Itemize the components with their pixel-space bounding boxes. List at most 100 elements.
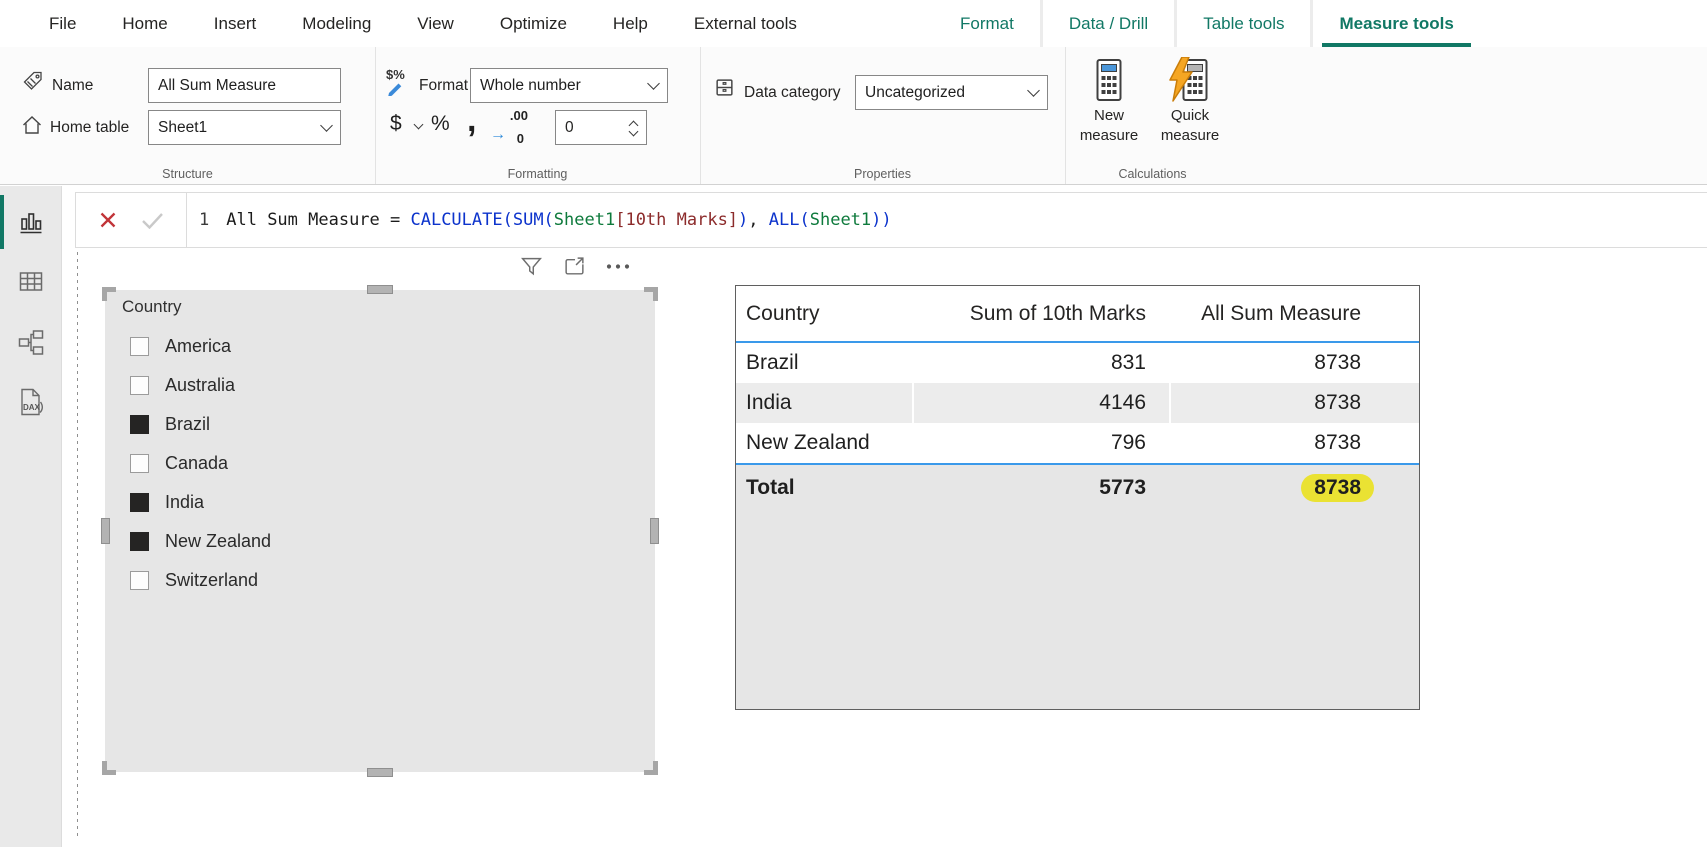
- menu-help[interactable]: Help: [590, 0, 671, 47]
- thousands-separator-button[interactable]: ,: [467, 101, 476, 140]
- canvas-alignment-guide: [77, 252, 78, 840]
- home-table-value: Sheet1: [158, 119, 207, 137]
- resize-handle[interactable]: [644, 287, 658, 301]
- commit-formula-button[interactable]: [141, 212, 164, 229]
- decimal-places-spinner[interactable]: 0: [555, 110, 647, 145]
- focus-mode-icon[interactable]: [563, 255, 586, 278]
- menu-modeling[interactable]: Modeling: [279, 0, 394, 47]
- tab-measure-tools[interactable]: Measure tools: [1313, 0, 1479, 47]
- decimal-places-value: 0: [565, 119, 574, 137]
- percent-format-button[interactable]: %: [431, 112, 450, 136]
- format-label: Format: [419, 77, 468, 95]
- checkbox[interactable]: [130, 454, 149, 473]
- table-view-icon: [16, 267, 46, 297]
- menu-insert[interactable]: Insert: [191, 0, 280, 47]
- slicer-item-switzerland[interactable]: Switzerland: [105, 561, 655, 600]
- checkbox[interactable]: [130, 532, 149, 551]
- cell-country: New Zealand: [736, 423, 912, 463]
- checkbox[interactable]: [130, 337, 149, 356]
- tab-table-tools[interactable]: Table tools: [1177, 0, 1310, 47]
- slicer-item-label: India: [165, 492, 204, 513]
- slicer-item-brazil[interactable]: Brazil: [105, 405, 655, 444]
- slicer-title: Country: [122, 297, 182, 317]
- menu-file[interactable]: File: [26, 0, 99, 47]
- view-rail: DAX: [0, 186, 62, 847]
- tab-data-drill[interactable]: Data / Drill: [1043, 0, 1174, 47]
- resize-handle[interactable]: [102, 761, 116, 775]
- slicer-item-australia[interactable]: Australia: [105, 366, 655, 405]
- resize-handle[interactable]: [367, 768, 393, 777]
- menu-external-tools[interactable]: External tools: [671, 0, 820, 47]
- menu-home[interactable]: Home: [99, 0, 190, 47]
- slicer-item-india[interactable]: India: [105, 483, 655, 522]
- formula-line-number: 1: [199, 210, 209, 230]
- column-header-all-sum-measure[interactable]: All Sum Measure: [1171, 286, 1419, 341]
- model-view-icon: [16, 327, 46, 357]
- currency-format-button[interactable]: $: [390, 112, 402, 136]
- dax-token: Sheet1: [554, 210, 615, 230]
- formula-actions: [76, 193, 187, 247]
- total-all-sum-measure: 8738: [1171, 465, 1419, 511]
- more-options-icon[interactable]: [606, 255, 630, 278]
- currency-chevron-icon[interactable]: [414, 120, 424, 130]
- slicer-item-canada[interactable]: Canada: [105, 444, 655, 483]
- resize-handle[interactable]: [650, 518, 659, 544]
- resize-handle[interactable]: [102, 287, 116, 301]
- resize-handle[interactable]: [644, 761, 658, 775]
- powerbi-window: File Home Insert Modeling View Optimize …: [0, 0, 1707, 847]
- report-view-icon: [16, 207, 46, 237]
- cell-all-sum-measure: 8738: [1171, 423, 1419, 463]
- report-view-button[interactable]: [0, 192, 62, 252]
- checkbox[interactable]: [130, 493, 149, 512]
- table-header-row: Country Sum of 10th Marks All Sum Measur…: [736, 286, 1419, 341]
- cell-sum-10th-marks: 831: [914, 343, 1169, 383]
- highlighted-total-value: 8738: [1301, 474, 1374, 502]
- format-pencil-icon: $%: [384, 67, 414, 97]
- dax-token: CALCULATE(: [410, 210, 512, 230]
- slicer-item-label: New Zealand: [165, 531, 271, 552]
- column-header-country[interactable]: Country: [736, 286, 912, 341]
- menu-view[interactable]: View: [394, 0, 477, 47]
- slicer-item-america[interactable]: America: [105, 327, 655, 366]
- home-table-dropdown[interactable]: Sheet1: [148, 110, 341, 145]
- checkbox[interactable]: [130, 376, 149, 395]
- table-row-india[interactable]: India 4146 8738: [736, 383, 1419, 423]
- data-category-dropdown[interactable]: Uncategorized: [855, 75, 1048, 110]
- slicer-item-new-zealand[interactable]: New Zealand: [105, 522, 655, 561]
- new-measure-button[interactable]: New measure: [1073, 57, 1145, 145]
- measure-name-input[interactable]: All Sum Measure: [148, 68, 341, 103]
- main-menu: File Home Insert Modeling View Optimize …: [26, 0, 820, 47]
- spinner-arrows[interactable]: [630, 120, 637, 135]
- resize-handle[interactable]: [101, 518, 110, 544]
- slicer-item-label: Canada: [165, 453, 228, 474]
- quick-measure-button[interactable]: Quick measure: [1149, 57, 1231, 145]
- dax-token: )): [871, 210, 891, 230]
- column-header-sum-10th-marks[interactable]: Sum of 10th Marks: [914, 286, 1169, 341]
- decimal-arrow-icon: →: [490, 126, 506, 144]
- spin-down-icon[interactable]: [629, 127, 639, 137]
- format-dropdown[interactable]: Whole number: [470, 68, 668, 103]
- name-tag-icon: [22, 70, 44, 92]
- model-view-button[interactable]: [0, 312, 62, 372]
- table-row-new-zealand[interactable]: New Zealand 796 8738: [736, 423, 1419, 463]
- dax-token: ALL(: [769, 210, 810, 230]
- country-slicer-visual[interactable]: Country America Australia Brazil Canada …: [105, 290, 655, 772]
- checkbox[interactable]: [130, 571, 149, 590]
- checkbox[interactable]: [130, 415, 149, 434]
- filter-icon[interactable]: [520, 255, 543, 278]
- cancel-formula-button[interactable]: [99, 211, 117, 229]
- dax-query-view-button[interactable]: DAX: [0, 372, 62, 432]
- table-row-brazil[interactable]: Brazil 831 8738: [736, 343, 1419, 383]
- menu-optimize[interactable]: Optimize: [477, 0, 590, 47]
- resize-handle[interactable]: [367, 285, 393, 294]
- quick-measure-icon: [1167, 57, 1213, 103]
- dax-formula-input[interactable]: 1 All Sum Measure = CALCULATE(SUM(Sheet1…: [187, 193, 1707, 247]
- results-table-visual[interactable]: Country Sum of 10th Marks All Sum Measur…: [735, 285, 1420, 710]
- cell-all-sum-measure: 8738: [1171, 343, 1419, 383]
- format-value: Whole number: [480, 77, 581, 95]
- table-view-button[interactable]: [0, 252, 62, 312]
- new-measure-label: New measure: [1073, 106, 1145, 145]
- decimal-places-icon[interactable]: .00 → 0: [490, 110, 532, 144]
- ribbon-group-formatting: $% Format Whole number $ % , .00 → 0 0: [375, 47, 701, 184]
- tab-format[interactable]: Format: [934, 0, 1040, 47]
